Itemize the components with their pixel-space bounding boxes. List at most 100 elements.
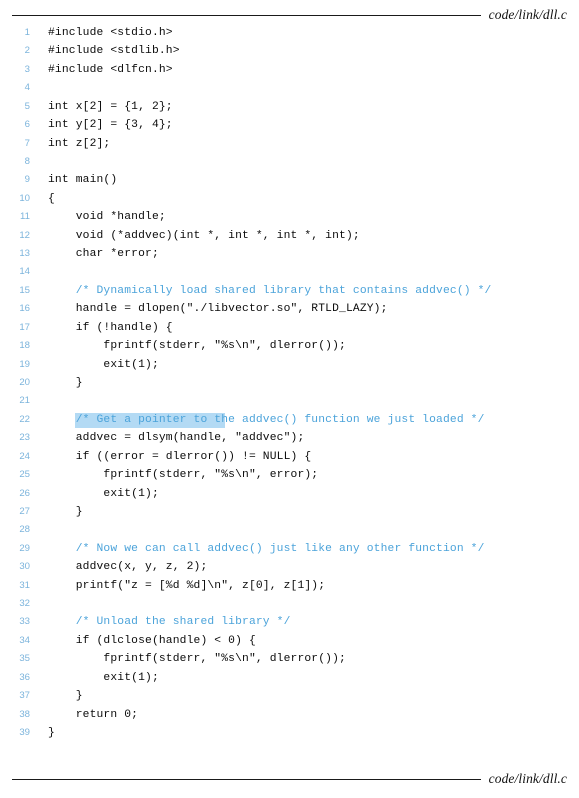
line-number: 15 [19, 284, 30, 296]
code-text: exit(1); [48, 487, 159, 500]
code-text: int main() [48, 174, 118, 187]
line-number: 6 [24, 119, 30, 131]
header-rule [12, 14, 481, 16]
code-text: printf("z = [%d %d]\n", z[0], z[1]); [48, 579, 326, 592]
code-line[interactable]: 13 char *error; [0, 245, 579, 263]
code-text: } [48, 726, 55, 739]
code-line[interactable]: 27 } [0, 503, 579, 521]
code-text: fprintf(stderr, "%s\n", dlerror()); [48, 653, 346, 666]
code-text: } [48, 376, 83, 389]
code-text: int x[2] = {1, 2}; [48, 100, 173, 113]
line-number: 32 [19, 598, 30, 610]
line-number: 30 [19, 561, 30, 573]
code-line[interactable]: 38 return 0; [0, 706, 579, 724]
code-line[interactable]: 12 void (*addvec)(int *, int *, int *, i… [0, 227, 579, 245]
code-line[interactable]: 30 addvec(x, y, z, 2); [0, 558, 579, 576]
line-number: 24 [19, 450, 30, 462]
code-line[interactable]: 3 #include <dlfcn.h> [0, 61, 579, 79]
line-number: 26 [19, 487, 30, 499]
code-line[interactable]: 29 /* Now we can call addvec() just like… [0, 540, 579, 558]
code-text: if (!handle) { [48, 321, 173, 334]
line-number: 25 [19, 469, 30, 481]
code-text: #include <dlfcn.h> [48, 63, 173, 76]
code-text: char *error; [48, 248, 159, 261]
line-number: 33 [19, 616, 30, 628]
code-text: exit(1); [48, 358, 159, 371]
code-line[interactable]: 20 } [0, 374, 579, 392]
line-number: 11 [20, 211, 30, 223]
line-number: 1 [24, 27, 30, 38]
code-line[interactable]: 4 [0, 79, 579, 97]
code-line[interactable]: 9 int main() [0, 171, 579, 189]
code-text: if ((error = dlerror()) != NULL) { [48, 450, 312, 463]
line-number: 12 [19, 229, 30, 241]
code-line[interactable]: 10 { [0, 190, 579, 208]
line-number: 27 [19, 505, 30, 517]
line-number: 19 [19, 358, 30, 370]
code-line[interactable]: 25 fprintf(stderr, "%s\n", error); [0, 466, 579, 484]
line-number: 37 [19, 690, 30, 702]
code-line[interactable]: 21 [0, 392, 579, 410]
code-text: handle = dlopen("./libvector.so", RTLD_L… [48, 303, 388, 316]
line-number: 34 [19, 634, 30, 646]
line-number: 10 [19, 192, 30, 204]
code-text: fprintf(stderr, "%s\n", error); [48, 469, 319, 482]
line-number: 3 [24, 63, 30, 75]
code-line[interactable]: 34 if (dlclose(handle) < 0) { [0, 632, 579, 650]
line-number: 29 [19, 542, 30, 554]
code-line[interactable]: 15 /* Dynamically load shared library th… [0, 282, 579, 300]
code-comment: /* Now we can call addvec() just like an… [48, 542, 485, 555]
code-text: addvec(x, y, z, 2); [48, 561, 208, 574]
code-line[interactable]: 18 fprintf(stderr, "%s\n", dlerror()); [0, 337, 579, 355]
listing-footer-rule-row: code/link/dll.c [0, 770, 579, 788]
line-number: 4 [24, 82, 30, 94]
footer-caption: code/link/dll.c [488, 771, 567, 786]
code-line[interactable]: 32 [0, 595, 579, 613]
code-line[interactable]: 2 #include <stdlib.h> [0, 42, 579, 60]
footer-rule [12, 778, 481, 780]
code-line[interactable]: 1 #include <stdio.h> [0, 24, 579, 42]
line-number: 28 [19, 524, 30, 536]
code-line[interactable]: 24 if ((error = dlerror()) != NULL) { [0, 448, 579, 466]
code-line[interactable]: 8 [0, 153, 579, 171]
code-text: if (dlclose(handle) < 0) { [48, 634, 256, 647]
line-number: 9 [24, 174, 30, 186]
listing-header-rule-row: code/link/dll.c [0, 6, 579, 24]
code-line[interactable]: 35 fprintf(stderr, "%s\n", dlerror()); [0, 650, 579, 668]
code-line[interactable]: 36 exit(1); [0, 669, 579, 687]
code-line[interactable]: 26 exit(1); [0, 485, 579, 503]
code-comment: /* Unload the shared library */ [48, 616, 291, 629]
line-number: 18 [19, 340, 30, 352]
code-text: { [48, 192, 55, 205]
code-text: int z[2]; [48, 137, 111, 150]
code-text: return 0; [48, 708, 139, 721]
code-line[interactable]: 39} [0, 724, 579, 742]
code-line[interactable]: 5 int x[2] = {1, 2}; [0, 98, 579, 116]
code-line[interactable]: 37 } [0, 687, 579, 705]
line-number: 7 [24, 137, 30, 149]
code-line[interactable]: 33 /* Unload the shared library */ [0, 613, 579, 631]
code-line[interactable]: 14 [0, 263, 579, 281]
code-line[interactable]: 31 printf("z = [%d %d]\n", z[0], z[1]); [0, 577, 579, 595]
code-line[interactable]: 16 handle = dlopen("./libvector.so", RTL… [0, 300, 579, 318]
code-line[interactable]: 11 void *handle; [0, 208, 579, 226]
line-number: 21 [19, 395, 30, 407]
code-text: } [48, 690, 83, 703]
code-text: int y[2] = {3, 4}; [48, 119, 173, 132]
code-line[interactable]: 23 addvec = dlsym(handle, "addvec"); [0, 429, 579, 447]
code-line[interactable]: 6 int y[2] = {3, 4}; [0, 116, 579, 134]
code-line[interactable]: 19 exit(1); [0, 356, 579, 374]
code-line[interactable]: 28 [0, 521, 579, 539]
header-caption: code/link/dll.c [488, 7, 567, 22]
code-line[interactable]: 17 if (!handle) { [0, 319, 579, 337]
line-number: 2 [24, 45, 30, 57]
code-comment: /* Dynamically load shared library that … [48, 284, 492, 297]
line-number: 13 [19, 248, 30, 260]
code-text: fprintf(stderr, "%s\n", dlerror()); [48, 340, 346, 353]
code-comment: /* Get a pointer to the addvec() functio… [48, 413, 485, 426]
line-number: 36 [19, 671, 30, 683]
code-line[interactable]: 7 int z[2]; [0, 135, 579, 153]
code-line[interactable]: 22 /* Get a pointer to the addvec() func… [0, 411, 579, 429]
line-number: 35 [19, 653, 30, 665]
line-number: 22 [19, 413, 30, 425]
